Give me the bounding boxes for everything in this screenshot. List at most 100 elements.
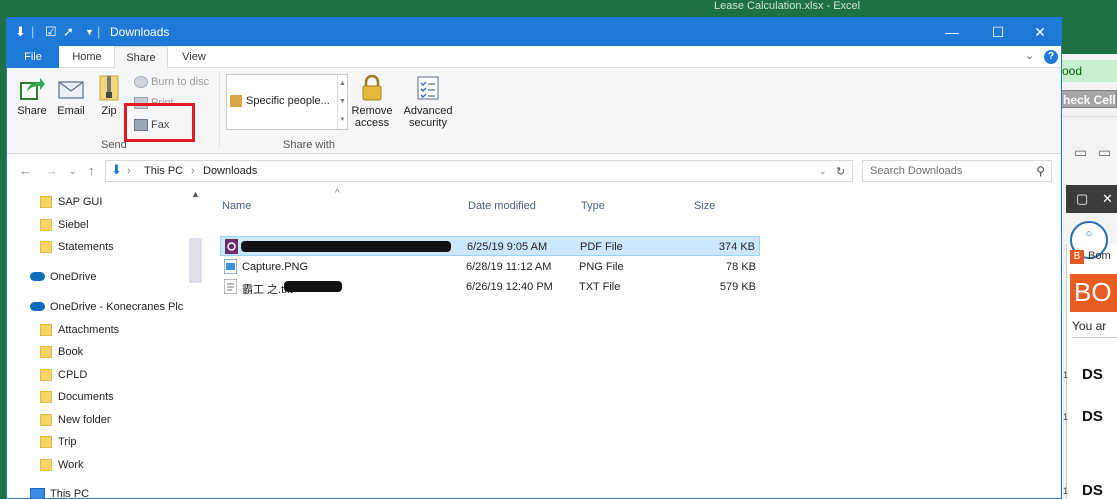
gallery-item-specific-people[interactable]: Specific people... bbox=[230, 95, 330, 108]
row-number: 1 bbox=[1063, 486, 1069, 496]
zip-label: Zip bbox=[101, 105, 117, 117]
nav-item-label: CPLD bbox=[58, 369, 88, 381]
maximize-button[interactable]: ☐ bbox=[975, 18, 1021, 46]
address-dropdown-icon[interactable]: ⌄ bbox=[819, 166, 827, 177]
nav-item-attachments[interactable]: Attachments bbox=[7, 319, 197, 341]
tab-file[interactable]: File bbox=[7, 46, 59, 68]
addin-title-row: B Bom bbox=[1070, 248, 1117, 268]
cell-style-good[interactable]: ood bbox=[1060, 60, 1117, 82]
gallery-scrollbar[interactable]: ▲ ▼ ▾ bbox=[337, 75, 347, 129]
onedrive-icon bbox=[30, 302, 45, 311]
breadcrumb-downloads[interactable]: Downloads bbox=[203, 165, 257, 177]
remove-access-button[interactable]: Remove access bbox=[348, 74, 396, 129]
address-bar[interactable]: ⬇ › This PC › Downloads ⌄ ↻ bbox=[105, 160, 853, 182]
redaction-mark bbox=[284, 281, 342, 292]
nav-scroll-thumb[interactable] bbox=[189, 238, 202, 283]
title-bar[interactable]: ⬇ | ☑ ➚ ▼ | Downloads — ☐ ✕ bbox=[7, 18, 1061, 46]
chevron-right-icon[interactable]: › bbox=[191, 165, 195, 177]
advanced-security-label-1: Advanced bbox=[403, 105, 453, 117]
column-header-name[interactable]: Name bbox=[222, 200, 251, 212]
help-icon[interactable]: ? bbox=[1044, 50, 1058, 64]
nav-item-sap-gui[interactable]: SAP GUI bbox=[7, 191, 197, 213]
scroll-up-icon[interactable]: ▲ bbox=[191, 189, 200, 199]
tab-share[interactable]: Share bbox=[114, 46, 168, 69]
search-box[interactable]: Search Downloads ⚲ bbox=[862, 160, 1052, 182]
table-row[interactable]: 霸工 之.txt 6/26/19 12:40 PM TXT File 579 K… bbox=[220, 277, 760, 297]
print-button[interactable]: Print bbox=[134, 97, 174, 110]
folder-icon bbox=[40, 436, 52, 448]
advanced-security-label-2: security bbox=[409, 117, 447, 129]
nav-item-this-pc[interactable]: This PC bbox=[7, 483, 197, 498]
ribbon-tabs: File Home Share View ⌄ ? bbox=[7, 46, 1061, 69]
nav-item-label: Attachments bbox=[58, 324, 120, 336]
close-button[interactable]: ✕ bbox=[1017, 18, 1061, 46]
gallery-up-icon[interactable]: ▲ bbox=[338, 75, 347, 93]
nav-item-statements[interactable]: Statements bbox=[7, 236, 197, 258]
navigation-pane: SAP GUI Siebel Statements OneDrive OneDr… bbox=[7, 188, 207, 498]
addin-you-are-text: You ar bbox=[1072, 316, 1117, 338]
breadcrumb-this-pc[interactable]: This PC bbox=[144, 165, 183, 177]
comment-delete-icon[interactable]: ▭ bbox=[1098, 144, 1111, 161]
refresh-icon[interactable]: ↻ bbox=[836, 165, 845, 178]
tab-view[interactable]: View bbox=[171, 46, 217, 68]
nav-item-label: Siebel bbox=[58, 219, 89, 231]
nav-item-trip[interactable]: Trip bbox=[7, 431, 197, 453]
nav-item-label: SAP GUI bbox=[58, 196, 103, 208]
chevron-down-icon[interactable]: ⌄ bbox=[1025, 49, 1034, 62]
close-icon[interactable]: ✕ bbox=[1102, 191, 1113, 207]
nav-item-label: Documents bbox=[58, 391, 114, 403]
print-label: Print bbox=[151, 97, 174, 109]
zip-button[interactable]: Zip bbox=[95, 74, 123, 117]
advanced-security-button[interactable]: Advanced security bbox=[401, 74, 455, 129]
restore-icon[interactable]: ▢ bbox=[1076, 191, 1088, 207]
group-label-send: Send bbox=[101, 139, 127, 151]
table-row[interactable]: 6/25/19 9:05 AM PDF File 374 KB bbox=[220, 236, 760, 256]
folder-icon bbox=[40, 196, 52, 208]
minimize-button[interactable]: — bbox=[929, 18, 975, 46]
chevron-right-icon[interactable]: › bbox=[127, 165, 131, 177]
gallery-down-icon[interactable]: ▼ bbox=[338, 93, 347, 111]
cell-style-check-cell[interactable]: heck Cell bbox=[1060, 90, 1117, 108]
up-button[interactable]: ↑ bbox=[88, 163, 95, 178]
search-icon[interactable]: ⚲ bbox=[1036, 164, 1045, 178]
nav-scrollbar[interactable]: ▲ bbox=[189, 188, 202, 498]
nav-item-new-folder[interactable]: New folder bbox=[7, 409, 197, 431]
column-header-type[interactable]: Type bbox=[581, 200, 605, 212]
chevron-down-icon[interactable]: ▼ bbox=[85, 27, 94, 37]
share-button[interactable]: Share bbox=[15, 74, 49, 117]
column-header-size[interactable]: Size bbox=[694, 200, 715, 212]
tab-home[interactable]: Home bbox=[63, 46, 111, 68]
column-header-date-modified[interactable]: Date modified bbox=[468, 200, 536, 212]
nav-item-book[interactable]: Book bbox=[7, 341, 197, 363]
nav-item-label: Statements bbox=[58, 241, 114, 253]
nav-item-work[interactable]: Work bbox=[7, 454, 197, 476]
gallery-item-label: Specific people... bbox=[246, 95, 330, 107]
burn-to-disc-button[interactable]: Burn to disc bbox=[134, 76, 209, 89]
row-number: 1 bbox=[1063, 370, 1069, 380]
folder-icon bbox=[40, 459, 52, 471]
ribbon: Share Email Zip Burn to disc Print Fax S… bbox=[7, 68, 1061, 154]
nav-item-cpld[interactable]: CPLD bbox=[7, 364, 197, 386]
table-row[interactable]: Capture.PNG 6/28/19 11:12 AM PNG File 78… bbox=[220, 257, 760, 277]
fax-button[interactable]: Fax bbox=[134, 119, 170, 132]
file-size: 579 KB bbox=[719, 281, 756, 293]
nav-item-onedrive-konecranes[interactable]: OneDrive - Konecranes Plc bbox=[7, 296, 197, 318]
divider bbox=[1060, 116, 1117, 117]
share-with-gallery[interactable]: Specific people... ▲ ▼ ▾ bbox=[226, 74, 348, 130]
nav-item-siebel[interactable]: Siebel bbox=[7, 214, 197, 236]
nav-item-label: Book bbox=[58, 346, 84, 358]
gallery-more-icon[interactable]: ▾ bbox=[338, 111, 347, 128]
nav-item-onedrive[interactable]: OneDrive bbox=[7, 266, 197, 288]
fax-label: Fax bbox=[151, 119, 170, 131]
email-button[interactable]: Email bbox=[54, 74, 88, 117]
addin-label: Bom bbox=[1088, 250, 1111, 262]
folder-icon bbox=[40, 219, 52, 231]
back-button[interactable]: ← bbox=[19, 163, 32, 178]
nav-item-documents[interactable]: Documents bbox=[7, 386, 197, 408]
comment-icon[interactable]: ▭ bbox=[1074, 144, 1087, 161]
forward-button[interactable]: → bbox=[45, 163, 58, 178]
properties-checkbox-icon[interactable]: ☑ bbox=[45, 24, 57, 40]
email-label: Email bbox=[57, 105, 85, 117]
recent-locations-button[interactable]: ⌄ bbox=[69, 166, 77, 177]
down-arrow-icon[interactable]: ⬇ bbox=[15, 24, 26, 40]
